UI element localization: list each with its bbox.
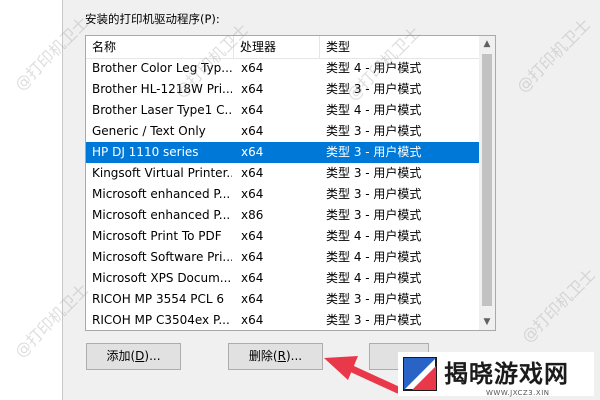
add-button[interactable]: 添加(D)... (86, 343, 181, 370)
table-row[interactable]: Brother Laser Type1 C... x64 类型 4 - 用户模式 (86, 100, 480, 121)
cell-type: 类型 3 - 用户模式 (326, 187, 422, 201)
cell-name: HP DJ 1110 series (92, 145, 199, 159)
cell-processor: x64 (241, 292, 264, 306)
table-row[interactable]: Microsoft Software Pri... x64 类型 4 - 用户模式 (86, 247, 480, 268)
table-row[interactable]: Microsoft enhanced P... x64 类型 3 - 用户模式 (86, 184, 480, 205)
cell-name: Microsoft enhanced P... (92, 208, 231, 222)
logo-text: 揭晓游戏网 (444, 360, 569, 388)
cell-processor: x64 (241, 187, 264, 201)
cell-type: 类型 3 - 用户模式 (326, 124, 422, 138)
cell-type: 类型 3 - 用户模式 (326, 166, 422, 180)
cell-processor: x86 (241, 208, 264, 222)
table-row[interactable]: Microsoft enhanced P... x86 类型 3 - 用户模式 (86, 205, 480, 226)
cell-processor: x64 (241, 103, 264, 117)
cell-type: 类型 4 - 用户模式 (326, 61, 422, 75)
vertical-scrollbar[interactable]: ▲ ▼ (479, 36, 495, 330)
table-row[interactable]: HP DJ 1110 series x64 类型 3 - 用户模式 (86, 142, 480, 163)
delete-button[interactable]: 删除(R)... (228, 343, 323, 370)
driver-list[interactable]: 名称 处理器 类型 Brother Color Leg Typ... x64 类型 … (85, 35, 496, 331)
cell-type: 类型 4 - 用户模式 (326, 103, 422, 117)
cell-type: 类型 3 - 用户模式 (326, 292, 422, 306)
delete-button-label: 删除( (248, 349, 278, 363)
table-row[interactable]: Microsoft Print To PDF x64 类型 4 - 用户模式 (86, 226, 480, 247)
scrollbar-thumb[interactable] (482, 54, 492, 306)
cell-name: Brother HL-1218W Pri... (92, 82, 232, 96)
scroll-down-icon[interactable]: ▼ (479, 314, 495, 330)
cell-processor: x64 (241, 271, 264, 285)
cell-name: Microsoft XPS Docum... (92, 271, 232, 285)
cell-type: 类型 3 - 用户模式 (326, 145, 422, 159)
cell-processor: x64 (241, 250, 264, 264)
scroll-up-icon[interactable]: ▲ (479, 36, 495, 52)
cell-name: Microsoft Print To PDF (92, 229, 222, 243)
cell-processor: x64 (241, 229, 264, 243)
cell-processor: x64 (241, 145, 264, 159)
delete-button-accesskey: R (277, 349, 286, 363)
cell-name: RICOH MP C3504ex P... (92, 313, 230, 327)
table-row[interactable]: Brother Color Leg Typ... x64 类型 4 - 用户模式 (86, 58, 480, 79)
table-row[interactable]: RICOH MP 3554 PCL 6 x64 类型 3 - 用户模式 (86, 289, 480, 310)
table-row[interactable]: Generic / Text Only x64 类型 3 - 用户模式 (86, 121, 480, 142)
cell-type: 类型 3 - 用户模式 (326, 208, 422, 222)
annotation-arrow-icon (324, 356, 402, 394)
add-button-suffix: )... (144, 349, 161, 363)
cell-name: Brother Laser Type1 C... (92, 103, 232, 117)
installed-drivers-label: 安装的打印机驱动程序(P): (85, 12, 220, 26)
cell-name: RICOH MP 3554 PCL 6 (92, 292, 225, 306)
cell-type: 类型 4 - 用户模式 (326, 271, 422, 285)
table-row[interactable]: Brother HL-1218W Pri... x64 类型 3 - 用户模式 (86, 79, 480, 100)
cell-name: Generic / Text Only (92, 124, 206, 138)
cell-processor: x64 (241, 166, 264, 180)
cell-type: 类型 4 - 用户模式 (326, 250, 422, 264)
cell-processor: x64 (241, 61, 264, 75)
cell-name: Microsoft Software Pri... (92, 250, 232, 264)
list-rows: Brother Color Leg Typ... x64 类型 4 - 用户模式 Br… (86, 58, 480, 330)
cell-type: 类型 3 - 用户模式 (326, 313, 422, 327)
add-button-label: 添加( (106, 349, 136, 363)
cell-processor: x64 (241, 124, 264, 138)
cell-processor: x64 (241, 313, 264, 327)
table-row[interactable]: Microsoft XPS Docum... x64 类型 4 - 用户模式 (86, 268, 480, 289)
logo-url: WWW.JXCZ3.XIN (486, 389, 550, 397)
logo-mark-icon (403, 357, 437, 391)
cell-processor: x64 (241, 82, 264, 96)
table-row[interactable]: Kingsoft Virtual Printer... x64 类型 3 - 用户模… (86, 163, 480, 184)
table-row[interactable]: RICOH MP C3504ex P... x64 类型 3 - 用户模式 (86, 310, 480, 330)
delete-button-suffix: )... (285, 349, 303, 363)
cell-name: Kingsoft Virtual Printer... (92, 166, 232, 180)
cell-name: Microsoft enhanced P... (92, 187, 231, 201)
cell-type: 类型 4 - 用户模式 (326, 229, 422, 243)
